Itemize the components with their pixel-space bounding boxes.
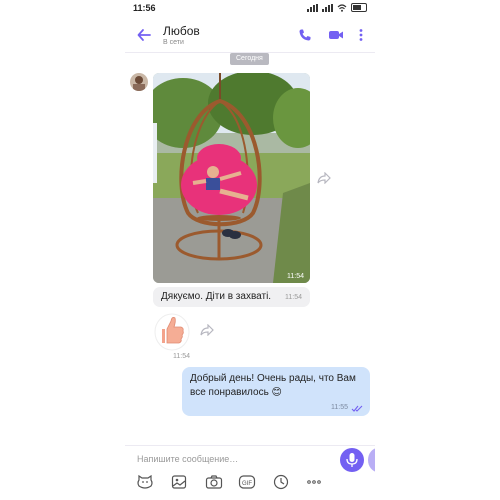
outgoing-message-time: 11:55 [331,404,348,411]
status-bar: 11:56 [125,0,375,16]
incoming-message-time: 11:54 [285,294,302,301]
video-call-icon[interactable] [328,28,344,42]
incoming-message[interactable]: Дякуємо. Діти в захваті. 11:54 [153,287,310,307]
more-options-icon[interactable] [358,28,364,42]
thumbs-up-sticker-icon[interactable] [153,311,191,351]
date-badge: Сегодня [230,53,269,65]
sticker-time: 11:54 [173,353,190,360]
camera-icon[interactable] [205,474,223,490]
message-input[interactable]: Напишите сообщение… [137,454,238,464]
outgoing-message-text: Добрый день! Очень рады, что Вам все пон… [190,373,356,398]
contact-name[interactable]: Любов [163,24,200,38]
share-icon-2[interactable] [200,324,214,336]
photo-message[interactable]: 11:54 [153,73,310,283]
composer-divider [125,445,375,446]
read-ticks-icon [351,405,363,412]
gallery-icon[interactable] [171,474,187,490]
status-icons [307,3,367,12]
share-icon[interactable] [317,172,331,184]
wifi-icon [337,3,347,12]
chat-header: Любов В сети [125,18,375,53]
status-time: 11:56 [133,3,156,13]
incoming-message-text: Дякуємо. Діти в захваті. [161,291,272,302]
chat-screen: 11:56 Любов В сети Сегодня 11:54 Дякуємо… [125,0,375,500]
microphone-icon [346,453,358,467]
svg-text:GIF: GIF [242,481,252,487]
signal-icon [307,3,318,12]
voice-message-button[interactable] [340,448,364,472]
gif-icon[interactable]: GIF [238,474,256,490]
avatar[interactable] [130,73,148,91]
outgoing-message[interactable]: Добрый день! Очень рады, что Вам все пон… [182,367,370,416]
extra-action-button[interactable] [368,448,375,472]
composer-toolbar: GIF [125,474,375,494]
signal-icon-2 [322,3,333,12]
photo-image [153,73,310,283]
battery-icon [351,3,367,12]
contact-status: В сети [163,39,184,46]
photo-time: 11:54 [287,273,304,280]
sticker-icon[interactable] [136,474,154,490]
more-icon[interactable] [306,474,322,490]
phone-call-icon[interactable] [298,28,312,42]
back-arrow-icon[interactable] [135,26,153,44]
clock-icon[interactable] [273,474,289,490]
